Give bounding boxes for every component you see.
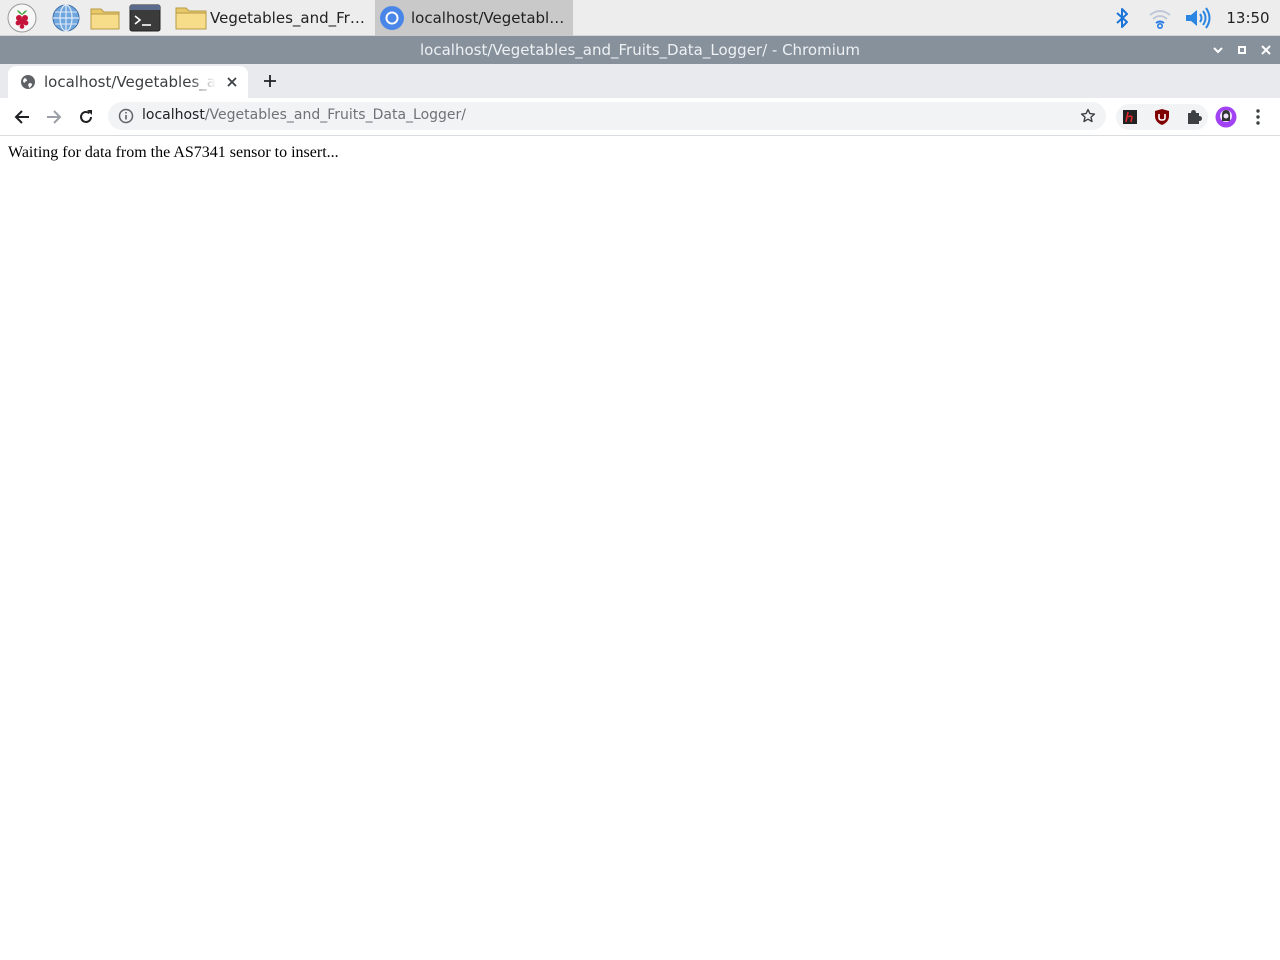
volume-icon[interactable] bbox=[1182, 0, 1214, 36]
globe-icon bbox=[20, 74, 36, 94]
arrow-right-icon bbox=[47, 110, 62, 124]
task-label: Vegetables_and_Fruit... bbox=[210, 9, 372, 27]
extension-h-icon[interactable] bbox=[1117, 104, 1143, 130]
folder-icon[interactable] bbox=[89, 2, 121, 34]
taskbar-task-file-manager[interactable]: Vegetables_and_Fruit... bbox=[172, 0, 372, 36]
arrow-left-icon bbox=[14, 110, 29, 124]
url-path: /Vegetables_and_Fruits_Data_Logger/ bbox=[204, 107, 466, 123]
window-close-button[interactable] bbox=[1254, 36, 1278, 64]
more-vertical-icon bbox=[1256, 109, 1260, 125]
window-titlebar[interactable]: localhost/Vegetables_and_Fruits_Data_Log… bbox=[0, 36, 1280, 64]
plus-icon bbox=[264, 75, 276, 87]
back-button[interactable] bbox=[9, 104, 35, 130]
avatar-icon bbox=[1215, 106, 1237, 128]
profile-avatar[interactable] bbox=[1213, 104, 1239, 130]
maximize-icon bbox=[1238, 46, 1246, 54]
tab-active[interactable]: localhost/Vegetables_and_Fruits_Data_Log… bbox=[8, 66, 248, 98]
taskbar: Vegetables_and_Fruit... localhost/Vegeta… bbox=[0, 0, 1280, 36]
reload-button[interactable] bbox=[73, 104, 99, 130]
chevron-down-icon bbox=[1213, 47, 1223, 54]
page-content: Waiting for data from the AS7341 sensor … bbox=[0, 137, 1280, 960]
extensions-puzzle-icon[interactable] bbox=[1181, 104, 1207, 130]
wifi-icon[interactable] bbox=[1146, 0, 1174, 36]
globe-icon[interactable] bbox=[50, 2, 82, 34]
taskbar-task-chromium[interactable]: localhost/Vegetables... bbox=[375, 0, 573, 36]
bluetooth-icon[interactable] bbox=[1110, 0, 1134, 36]
close-icon bbox=[1261, 45, 1271, 55]
maximize-button[interactable] bbox=[1230, 36, 1254, 64]
folder-icon bbox=[174, 4, 208, 32]
tab-strip: localhost/Vegetables_and_Fruits_Data_Log… bbox=[0, 64, 1280, 98]
reload-icon bbox=[80, 110, 92, 123]
tab-close-button[interactable] bbox=[222, 72, 242, 92]
close-icon bbox=[227, 77, 237, 87]
terminal-icon[interactable] bbox=[129, 2, 161, 34]
browser-menu-button[interactable] bbox=[1245, 104, 1271, 130]
ublock-shield-icon[interactable] bbox=[1149, 104, 1175, 130]
window-title: localhost/Vegetables_and_Fruits_Data_Log… bbox=[420, 41, 860, 59]
bookmark-star-icon[interactable] bbox=[1080, 108, 1096, 128]
info-icon[interactable] bbox=[118, 108, 134, 128]
new-tab-button[interactable] bbox=[258, 69, 282, 93]
tab-title: localhost/Vegetables_and_Fruits_Data_Log… bbox=[44, 73, 216, 91]
address-bar[interactable]: localhost/Vegetables_and_Fruits_Data_Log… bbox=[108, 102, 1106, 130]
url-host: localhost bbox=[142, 107, 205, 123]
raspberry-menu-icon[interactable] bbox=[6, 2, 38, 34]
forward-button[interactable] bbox=[41, 104, 67, 130]
task-label: localhost/Vegetables... bbox=[411, 9, 573, 27]
clock[interactable]: 13:50 bbox=[1222, 0, 1274, 36]
address-url[interactable]: localhost/Vegetables_and_Fruits_Data_Log… bbox=[142, 107, 466, 123]
minimize-button[interactable] bbox=[1206, 36, 1230, 64]
status-message: Waiting for data from the AS7341 sensor … bbox=[8, 144, 339, 161]
chromium-icon bbox=[379, 5, 405, 31]
